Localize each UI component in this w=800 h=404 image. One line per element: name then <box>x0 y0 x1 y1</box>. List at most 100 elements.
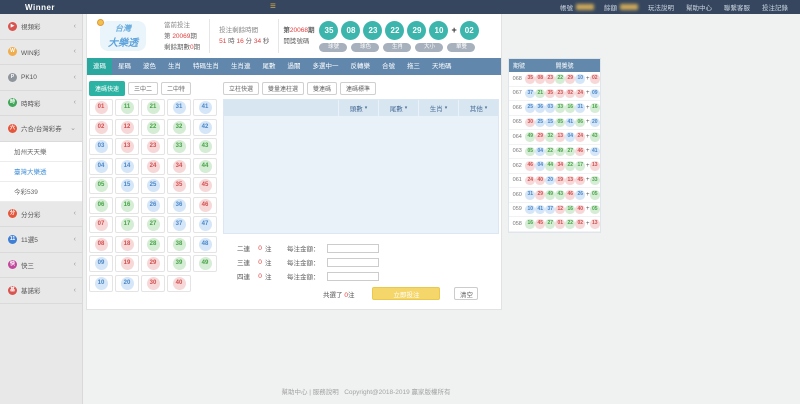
number-cell[interactable]: 21 <box>141 99 165 116</box>
brand-logo[interactable]: Winner <box>25 3 55 12</box>
number-cell[interactable]: 13 <box>115 138 139 155</box>
number-cell[interactable]: 46 <box>193 197 217 214</box>
sidebar-item[interactable]: 快快三‹ <box>0 253 82 279</box>
number-cell[interactable]: 04 <box>89 158 113 175</box>
sidebar-item[interactable]: WWIN彩‹ <box>0 40 82 66</box>
play-tab[interactable]: 過關 <box>282 58 307 75</box>
number-cell[interactable]: 39 <box>167 255 191 272</box>
number-cell[interactable]: 31 <box>167 99 191 116</box>
number-cell[interactable]: 20 <box>115 275 139 292</box>
sidebar-subitem[interactable]: 臺灣大樂透 <box>0 162 82 182</box>
sidebar-item[interactable]: 基基諾彩‹ <box>0 278 82 304</box>
sub-play-button[interactable]: 連碼標準 <box>340 82 376 95</box>
number-cell[interactable]: 33 <box>167 138 191 155</box>
topbar-link[interactable]: 幫助中心 <box>686 2 712 12</box>
play-tab[interactable]: 拖三 <box>401 58 426 75</box>
sidebar-item[interactable]: 六六合/台灣彩券⌄ <box>0 116 82 142</box>
number-cell[interactable]: 17 <box>115 216 139 233</box>
sidebar-item[interactable]: ▶視頻彩‹ <box>0 14 82 40</box>
number-cell[interactable]: 44 <box>193 158 217 175</box>
number-cell[interactable]: 08 <box>89 236 113 253</box>
view-pill[interactable]: 生肖 <box>383 43 411 52</box>
number-cell[interactable]: 02 <box>89 119 113 136</box>
sub-play-button[interactable]: 三中二 <box>128 82 158 95</box>
number-cell[interactable]: 36 <box>167 197 191 214</box>
number-cell[interactable]: 45 <box>193 177 217 194</box>
number-cell[interactable]: 22 <box>141 119 165 136</box>
sidebar-subitem[interactable]: 加州天天樂 <box>0 142 82 162</box>
number-cell[interactable]: 12 <box>115 119 139 136</box>
footer-links[interactable]: 幫助中心 | 服務說明 <box>281 389 338 396</box>
sidebar-item[interactable]: PPK10‹ <box>0 65 82 91</box>
number-cell[interactable]: 37 <box>167 216 191 233</box>
sub-play-button[interactable]: 連碼快速 <box>89 81 125 96</box>
number-cell[interactable]: 48 <box>193 236 217 253</box>
amount-input[interactable] <box>327 258 379 267</box>
number-cell[interactable]: 19 <box>115 255 139 272</box>
number-cell[interactable]: 47 <box>193 216 217 233</box>
view-pill[interactable]: 球色 <box>351 43 379 52</box>
filter-dropdown[interactable]: 頭數▾ <box>338 100 378 116</box>
number-cell[interactable]: 24 <box>141 158 165 175</box>
sub-play-button[interactable]: 雙量連柱選 <box>262 82 304 95</box>
play-tab[interactable]: 多選中一 <box>307 58 345 75</box>
sub-play-button[interactable]: 立柱快選 <box>223 82 259 95</box>
number-cell[interactable]: 23 <box>141 138 165 155</box>
number-cell[interactable]: 10 <box>89 275 113 292</box>
play-tab[interactable]: 波色 <box>137 58 162 75</box>
number-cell[interactable]: 38 <box>167 236 191 253</box>
filter-dropdown[interactable]: 其他▾ <box>458 100 498 116</box>
filter-dropdown[interactable]: 尾數▾ <box>378 100 418 116</box>
play-tab[interactable]: 星碼 <box>112 58 137 75</box>
number-cell[interactable]: 07 <box>89 216 113 233</box>
number-cell[interactable]: 15 <box>115 177 139 194</box>
number-cell[interactable]: 32 <box>167 119 191 136</box>
number-cell[interactable]: 27 <box>141 216 165 233</box>
number-cell[interactable]: 01 <box>89 99 113 116</box>
number-cell[interactable]: 34 <box>167 158 191 175</box>
play-tab[interactable]: 生肖 <box>162 58 187 75</box>
amount-input[interactable] <box>327 272 379 281</box>
number-cell[interactable]: 26 <box>141 197 165 214</box>
play-tab[interactable]: 特碼生肖 <box>187 58 225 75</box>
play-tab[interactable]: 反轉樂 <box>345 58 377 75</box>
number-cell[interactable]: 40 <box>167 275 191 292</box>
number-cell[interactable]: 35 <box>167 177 191 194</box>
clear-button[interactable]: 清空 <box>454 287 478 300</box>
number-cell[interactable]: 42 <box>193 119 217 136</box>
play-tab[interactable]: 生肖連 <box>225 58 257 75</box>
play-tab[interactable]: 合號 <box>376 58 401 75</box>
sub-play-button[interactable]: 二中特 <box>161 82 191 95</box>
topbar-link[interactable]: 聯繫客服 <box>724 2 750 12</box>
sidebar-item[interactable]: 時時時彩‹ <box>0 91 82 117</box>
number-cell[interactable]: 43 <box>193 138 217 155</box>
sub-play-button[interactable]: 雙連碼 <box>307 82 337 95</box>
topbar-link[interactable]: 玩法說明 <box>648 2 674 12</box>
number-cell[interactable]: 18 <box>115 236 139 253</box>
number-cell[interactable]: 09 <box>89 255 113 272</box>
play-tab[interactable]: 天地碼 <box>426 58 458 75</box>
number-cell[interactable]: 06 <box>89 197 113 214</box>
view-pill[interactable]: 大小 <box>415 43 443 52</box>
amount-input[interactable] <box>327 244 379 253</box>
play-tab[interactable]: 連碼 <box>87 58 112 75</box>
number-cell[interactable]: 28 <box>141 236 165 253</box>
number-cell[interactable]: 14 <box>115 158 139 175</box>
submit-bet-button[interactable]: 立即投注 <box>372 287 440 300</box>
number-cell[interactable]: 03 <box>89 138 113 155</box>
menu-icon[interactable]: ≡ <box>270 1 276 13</box>
sidebar-subitem[interactable]: 今彩539 <box>0 182 82 202</box>
view-pill[interactable]: 單雙 <box>447 43 475 52</box>
filter-dropdown[interactable]: 生肖▾ <box>418 100 458 116</box>
sidebar-item[interactable]: 1111選5‹ <box>0 227 82 253</box>
number-cell[interactable]: 11 <box>115 99 139 116</box>
number-cell[interactable]: 05 <box>89 177 113 194</box>
view-pill[interactable]: 球號 <box>319 43 347 52</box>
sidebar-item[interactable]: 分分分彩‹ <box>0 202 82 228</box>
number-cell[interactable]: 49 <box>193 255 217 272</box>
number-cell[interactable]: 30 <box>141 275 165 292</box>
play-tab[interactable]: 尾數 <box>257 58 282 75</box>
number-cell[interactable]: 25 <box>141 177 165 194</box>
topbar-link[interactable]: 投注記錄 <box>762 2 788 12</box>
number-cell[interactable]: 16 <box>115 197 139 214</box>
